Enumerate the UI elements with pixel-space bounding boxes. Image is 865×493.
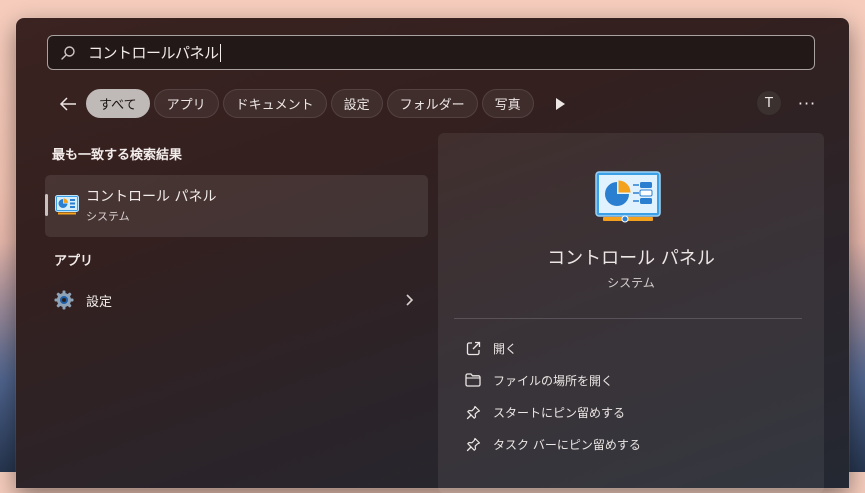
- filter-documents[interactable]: ドキュメント: [222, 89, 327, 118]
- action-open-file-location[interactable]: ファイルの場所を開く: [464, 370, 613, 390]
- app-result-settings[interactable]: 設定: [54, 288, 414, 312]
- pin-icon: [464, 435, 482, 453]
- filter-photos[interactable]: 写真: [481, 89, 534, 118]
- apps-heading: アプリ: [54, 254, 94, 269]
- filter-settings[interactable]: 設定: [330, 89, 383, 118]
- best-match-result[interactable]: コントロール パネル システム: [45, 175, 428, 237]
- best-match-heading: 最も一致する検索結果: [52, 148, 183, 163]
- action-open[interactable]: 開く: [464, 338, 517, 358]
- filter-bar: すべて アプリ ドキュメント 設定 フォルダー 写真: [54, 88, 574, 119]
- detail-pane: コントロール パネル システム 開く ファイルの場所を開く スタートにピン留めす…: [438, 133, 824, 493]
- action-label: タスク バーにピン留めする: [493, 437, 641, 452]
- action-pin-to-taskbar[interactable]: タスク バーにピン留めする: [464, 434, 641, 454]
- result-category: システム: [86, 210, 130, 223]
- filter-apps[interactable]: アプリ: [153, 89, 219, 118]
- pin-icon: [464, 403, 482, 421]
- detail-title: コントロール パネル: [547, 248, 715, 269]
- search-icon: [48, 45, 88, 61]
- result-name: コントロール パネル: [86, 189, 217, 205]
- action-label: 開く: [493, 341, 518, 356]
- play-more-filters-icon[interactable]: [546, 90, 574, 118]
- more-options-icon[interactable]: ···: [795, 91, 819, 115]
- chevron-right-icon[interactable]: [406, 292, 414, 311]
- settings-gear-icon: [54, 290, 74, 314]
- detail-subtitle: システム: [607, 276, 655, 290]
- control-panel-large-icon: [595, 171, 661, 227]
- app-name-settings: 設定: [86, 295, 113, 310]
- folder-icon: [464, 371, 482, 389]
- search-panel: コントロールパネル すべて アプリ ドキュメント 設定 フォルダー 写真 T ·…: [16, 18, 849, 493]
- action-pin-to-start[interactable]: スタートにピン留めする: [464, 402, 625, 422]
- control-panel-icon: [55, 195, 79, 219]
- selection-indicator: [45, 194, 48, 216]
- back-arrow-icon[interactable]: [54, 90, 82, 118]
- text-caret: [219, 43, 221, 62]
- search-input[interactable]: コントロールパネル: [88, 42, 219, 63]
- filter-all[interactable]: すべて: [86, 89, 150, 118]
- open-external-icon: [464, 339, 482, 357]
- search-box[interactable]: コントロールパネル: [47, 35, 815, 70]
- filter-folders[interactable]: フォルダー: [386, 89, 478, 118]
- account-avatar[interactable]: T: [757, 91, 781, 115]
- action-label: スタートにピン留めする: [493, 405, 626, 420]
- detail-divider: [454, 318, 802, 319]
- action-label: ファイルの場所を開く: [493, 373, 614, 388]
